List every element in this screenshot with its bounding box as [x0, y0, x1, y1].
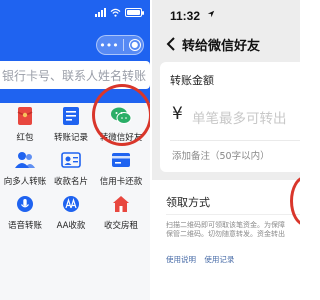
status-bar — [95, 8, 144, 17]
highlight-circle — [92, 84, 150, 146]
method-label: 领取方式 — [166, 196, 210, 209]
multi-user-icon — [14, 149, 36, 171]
miniapp-capsule[interactable]: ••• ● — [96, 35, 144, 55]
house-rent-icon — [110, 193, 132, 215]
right-screen: 11:32 转给微信好友 转账金额 ¥ 单笔最多可转出 添加备注（50字以内） … — [152, 0, 300, 300]
red-envelope-icon — [14, 105, 36, 127]
signal-icon — [95, 8, 106, 17]
wifi-icon — [110, 8, 121, 17]
grid-item-voice-transfer[interactable]: 语音转账 — [0, 193, 50, 231]
nav-bar: 转给微信好友 — [152, 34, 300, 54]
amount-card: 转账金额 ¥ 单笔最多可转出 添加备注（50字以内） — [160, 62, 300, 172]
grid-item-red-envelope[interactable]: 红包 — [0, 105, 50, 143]
back-icon[interactable] — [164, 36, 178, 52]
grid-item-multi-transfer[interactable]: 向多人转账 — [0, 149, 50, 187]
left-screen: ••• ● 银行卡号、联系人姓名转账 红包 转账记录 转微信好友 向多人转账 收… — [0, 0, 150, 300]
currency-symbol: ¥ — [172, 104, 183, 124]
grid-item-house-rent[interactable]: 收交房租 — [96, 193, 146, 231]
help-links: 使用说明 使用记录 — [166, 254, 240, 265]
more-icon[interactable]: ••• — [99, 39, 118, 52]
capsule-divider — [123, 39, 125, 51]
grid-item-label: 语音转账 — [7, 221, 42, 231]
method-desc-line: 扫描二维码即可领取该笔资金。为保障 — [166, 221, 285, 229]
voice-icon — [14, 193, 36, 215]
divider — [166, 214, 300, 215]
grid-item-label: 转账记录 — [53, 133, 88, 143]
close-icon[interactable]: ● — [128, 39, 141, 51]
method-card: 领取方式 扫描二维码即可领取该笔资金。为保障 保管二维码。切勿随意转发。资金转出… — [152, 180, 300, 300]
method-description: 扫描二维码即可领取该笔资金。为保障 保管二维码。切勿随意转发。资金转出 — [166, 221, 300, 239]
status-time: 11:32 — [170, 9, 201, 23]
grid-item-label: 信用卡还款 — [99, 177, 143, 187]
amount-input[interactable]: 单笔最多可转出 — [192, 107, 287, 127]
grid-item-credit-card[interactable]: 信用卡还款 — [96, 149, 146, 187]
grid-item-collect-card[interactable]: 收款名片 — [46, 149, 96, 187]
usage-guide-link[interactable]: 使用说明 — [166, 255, 196, 264]
aa-collect-icon — [60, 193, 82, 215]
remark-link[interactable]: 添加备注（50字以内） — [172, 148, 270, 162]
usage-record-link[interactable]: 使用记录 — [204, 255, 234, 264]
transfer-record-icon — [60, 105, 82, 127]
grid-item-aa-collect[interactable]: AA收款 — [46, 193, 96, 231]
id-card-icon — [60, 149, 82, 171]
grid-item-transfer-record[interactable]: 转账记录 — [46, 105, 96, 143]
page-title: 转给微信好友 — [182, 39, 261, 54]
battery-icon — [125, 8, 144, 17]
grid-item-label: AA收款 — [56, 221, 86, 231]
credit-card-icon — [110, 149, 132, 171]
grid-item-label: 收款名片 — [53, 177, 88, 187]
search-placeholder: 银行卡号、联系人姓名转账 — [2, 68, 147, 83]
divider — [170, 140, 300, 141]
grid-item-label: 收交房租 — [103, 221, 138, 231]
method-desc-line: 保管二维码。切勿随意转发。资金转出 — [166, 230, 285, 238]
grid-item-label: 红包 — [16, 133, 34, 143]
amount-label: 转账金额 — [170, 74, 214, 87]
location-icon — [207, 10, 215, 18]
grid-item-label: 向多人转账 — [3, 177, 47, 187]
